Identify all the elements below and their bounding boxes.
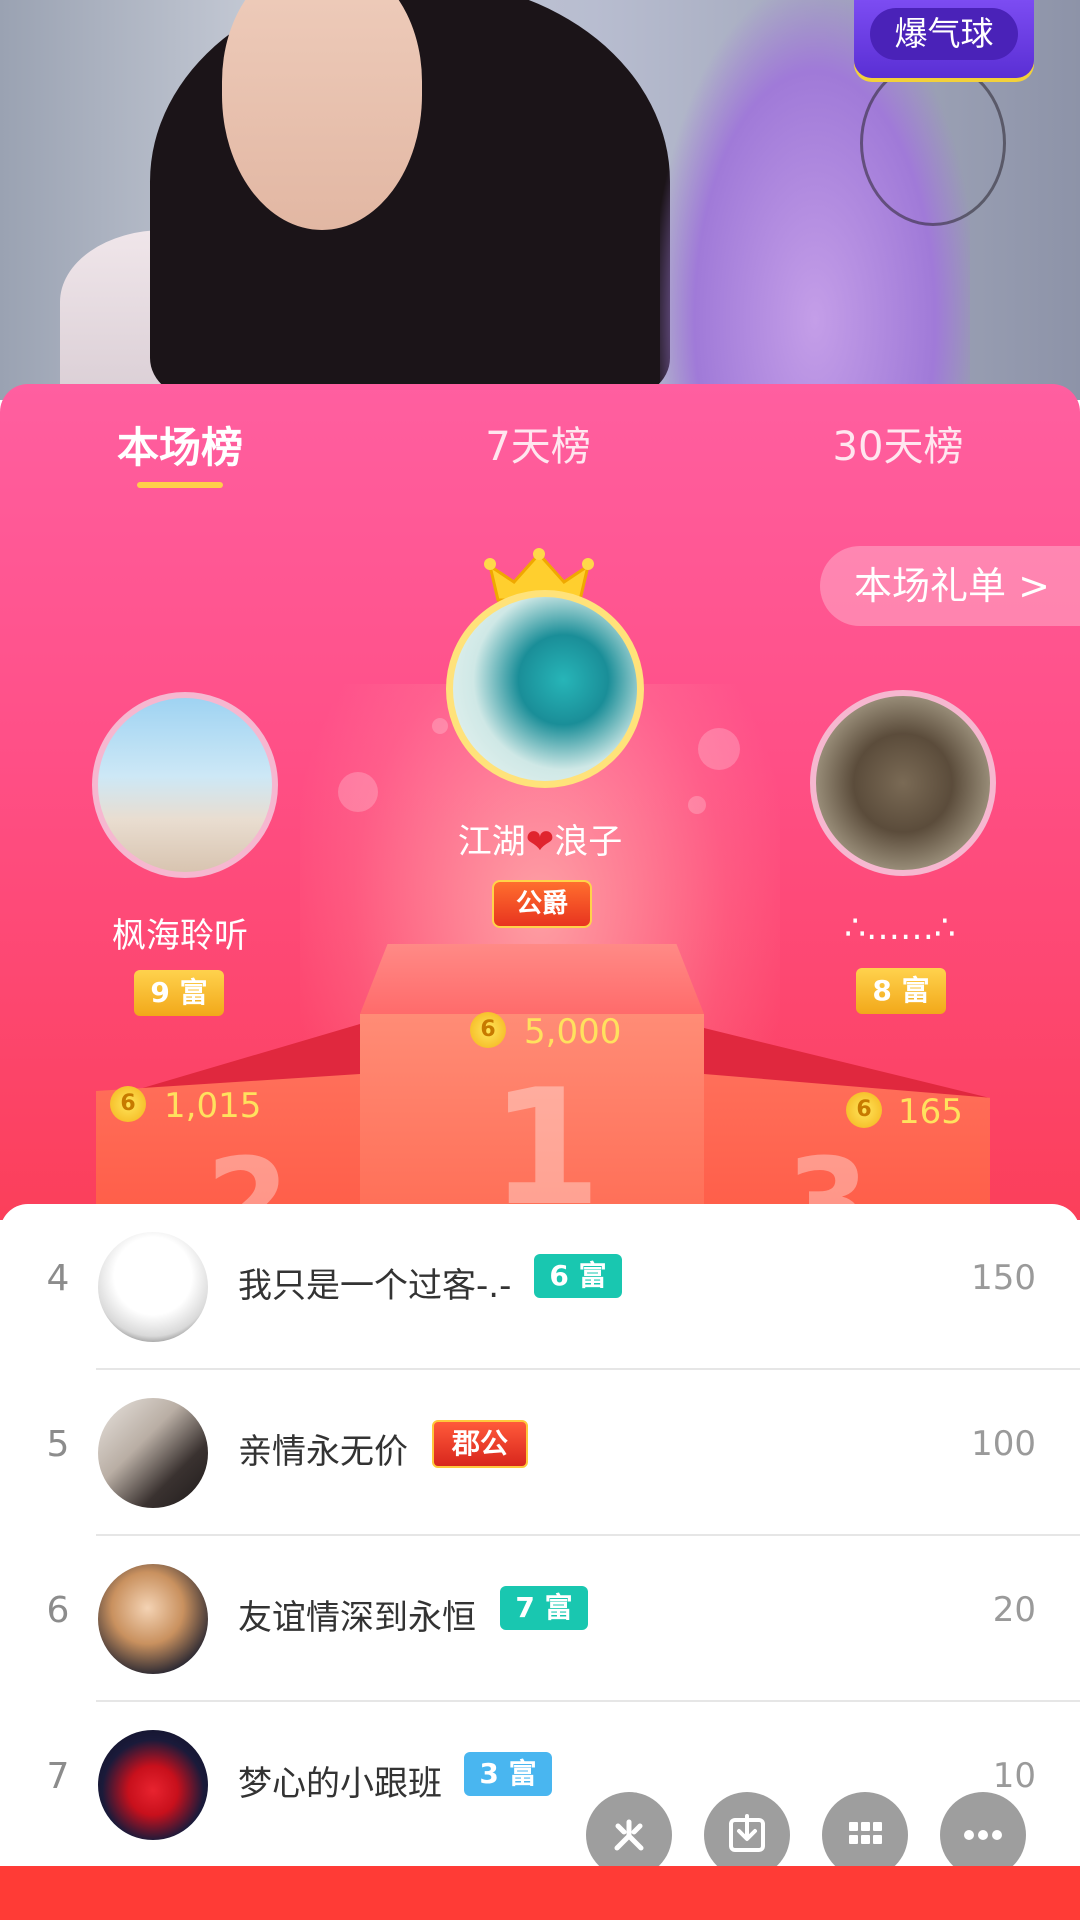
podium-number-1: 1 xyxy=(490,1054,602,1220)
heart-icon: ❤ xyxy=(525,822,555,862)
tab-this-session[interactable]: 本场榜 xyxy=(110,414,250,475)
avatar-third-place[interactable] xyxy=(810,690,996,876)
balloon-event-label: 爆气球 xyxy=(870,8,1018,60)
third-place-amount: 165 xyxy=(898,1092,963,1132)
coin-icon: 6 xyxy=(110,1086,146,1122)
user-name: 友谊情深到永恒 xyxy=(238,1598,476,1638)
tab-7-days[interactable]: 7天榜 xyxy=(468,414,608,472)
rank-number: 6 xyxy=(46,1590,70,1631)
list-item[interactable]: 6 友谊情深到永恒 7 富 20 xyxy=(0,1536,1080,1702)
wealth-level-badge: 3 富 xyxy=(464,1752,552,1796)
list-item[interactable]: 4 我只是一个过客-.- 6 富 150 xyxy=(0,1204,1080,1370)
wealth-level-badge: 9 富 xyxy=(134,970,224,1016)
avatar[interactable] xyxy=(98,1730,208,1840)
first-place-name-part: 江湖 xyxy=(457,822,526,862)
list-item[interactable]: 5 亲情永无价 郡公 100 xyxy=(0,1370,1080,1536)
wealth-level-badge: 7 富 xyxy=(500,1586,588,1630)
third-place-name[interactable]: ∴……∴ xyxy=(780,908,1020,948)
user-name: 亲情永无价 xyxy=(238,1432,408,1472)
noble-title-badge: 郡公 xyxy=(432,1420,528,1468)
user-name: 我只是一个过客-.- xyxy=(238,1266,512,1306)
coin-icon: 6 xyxy=(470,1012,506,1048)
first-place-name-part: 浪子 xyxy=(554,822,623,862)
live-video[interactable]: 爆气球 xyxy=(0,0,1080,400)
first-place-name[interactable]: 江湖❤浪子 xyxy=(396,814,684,863)
avatar[interactable] xyxy=(98,1564,208,1674)
video-hanger xyxy=(860,60,1006,226)
wealth-level-badge: 8 富 xyxy=(856,968,946,1014)
user-name: 梦心的小跟班 xyxy=(238,1764,442,1804)
first-place-amount: 5,000 xyxy=(524,1012,622,1052)
list-item[interactable]: 7 梦心的小跟班 3 富 10 xyxy=(0,1702,1080,1868)
coin-icon: 6 xyxy=(846,1092,882,1128)
podium-first-top xyxy=(360,944,704,1014)
wealth-level-badge: 6 富 xyxy=(534,1254,622,1298)
bubble-decoration xyxy=(338,772,378,812)
bubble-decoration xyxy=(698,728,740,770)
gift-value: 100 xyxy=(971,1424,1036,1464)
active-tab-indicator xyxy=(137,482,223,488)
bubble-decoration xyxy=(688,796,706,814)
avatar[interactable] xyxy=(98,1232,208,1342)
bubble-decoration xyxy=(432,718,448,734)
bottom-bar xyxy=(0,1866,1080,1920)
second-place-name[interactable]: 枫海聆听 xyxy=(60,908,300,957)
ranking-panel: 本场榜 7天榜 30天榜 本场礼单 > 2 3 1 江湖❤浪子 公爵 6 5,0… xyxy=(0,384,1080,1220)
second-place-amount: 1,015 xyxy=(164,1086,262,1126)
balloon-event-badge[interactable]: 爆气球 xyxy=(854,0,1034,78)
avatar[interactable] xyxy=(98,1398,208,1508)
gift-value: 20 xyxy=(992,1590,1036,1630)
avatar-first-place[interactable] xyxy=(446,590,644,788)
gift-value: 10 xyxy=(992,1756,1036,1796)
tab-30-days[interactable]: 30天榜 xyxy=(828,414,968,472)
rank-number: 7 xyxy=(46,1756,70,1797)
gift-list-button[interactable]: 本场礼单 > xyxy=(820,546,1080,626)
rank-number: 4 xyxy=(46,1258,70,1299)
ranking-tabs: 本场榜 7天榜 30天榜 xyxy=(0,384,1080,494)
noble-title-badge: 公爵 xyxy=(492,880,592,928)
ranking-list: 4 我只是一个过客-.- 6 富 150 5 亲情永无价 郡公 100 6 友谊… xyxy=(0,1204,1080,1920)
gift-value: 150 xyxy=(971,1258,1036,1298)
rank-number: 5 xyxy=(46,1424,70,1465)
avatar-second-place[interactable] xyxy=(92,692,278,878)
